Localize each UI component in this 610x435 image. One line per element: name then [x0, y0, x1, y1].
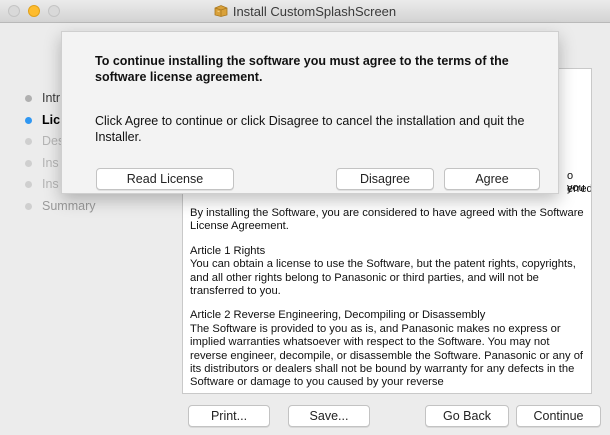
continue-button[interactable]: Continue	[516, 405, 601, 427]
agree-button[interactable]: Agree	[444, 168, 540, 190]
sheet-heading: To continue installing the software you …	[95, 54, 509, 84]
title-bar: Install CustomSplashScreen	[0, 0, 610, 23]
read-license-button[interactable]: Read License	[96, 168, 234, 190]
window-title-wrap: Install CustomSplashScreen	[0, 4, 610, 19]
save-button[interactable]: Save...	[288, 405, 370, 427]
step-label: Summary	[42, 198, 96, 213]
step-dot	[25, 95, 32, 102]
installer-package-icon	[214, 5, 228, 17]
window-title: Install CustomSplashScreen	[232, 4, 397, 19]
license-text-peek: erred	[567, 183, 592, 195]
go-back-button[interactable]: Go Back	[425, 405, 509, 427]
step-dot	[25, 159, 32, 167]
step-label: Intr	[42, 91, 61, 105]
license-article-2: Article 2 Reverse Engineering, Decompili…	[190, 309, 585, 389]
disagree-button[interactable]: Disagree	[336, 168, 434, 190]
article-title: Article 2 Reverse Engineering, Decompili…	[190, 309, 486, 322]
step-dot-active	[25, 116, 32, 124]
article-body: The Software is provided to you as is, a…	[190, 322, 584, 389]
step-dot	[25, 202, 32, 210]
sheet-message: Click Agree to continue or click Disagre…	[95, 114, 525, 144]
print-button[interactable]: Print...	[188, 405, 270, 427]
license-intro: By installing the Software, you are cons…	[190, 207, 584, 233]
step-label: Lic	[42, 112, 61, 127]
license-agreement-sheet: To continue installing the software you …	[61, 31, 559, 194]
step-dot	[25, 181, 32, 188]
installer-window: Install CustomSplashScreen Intr Lic Des …	[0, 0, 610, 435]
step-label: Ins	[42, 155, 59, 170]
license-article-1: Article 1 Rights You can obtain a licens…	[190, 245, 585, 299]
article-body: You can obtain a license to use the Soft…	[190, 258, 576, 298]
step-label: Ins	[42, 177, 59, 191]
article-title: Article 1 Rights	[190, 244, 266, 257]
license-document: By installing the Software, you are cons…	[190, 207, 585, 393]
step-summary: Summary	[22, 196, 182, 218]
step-dot	[25, 138, 32, 145]
